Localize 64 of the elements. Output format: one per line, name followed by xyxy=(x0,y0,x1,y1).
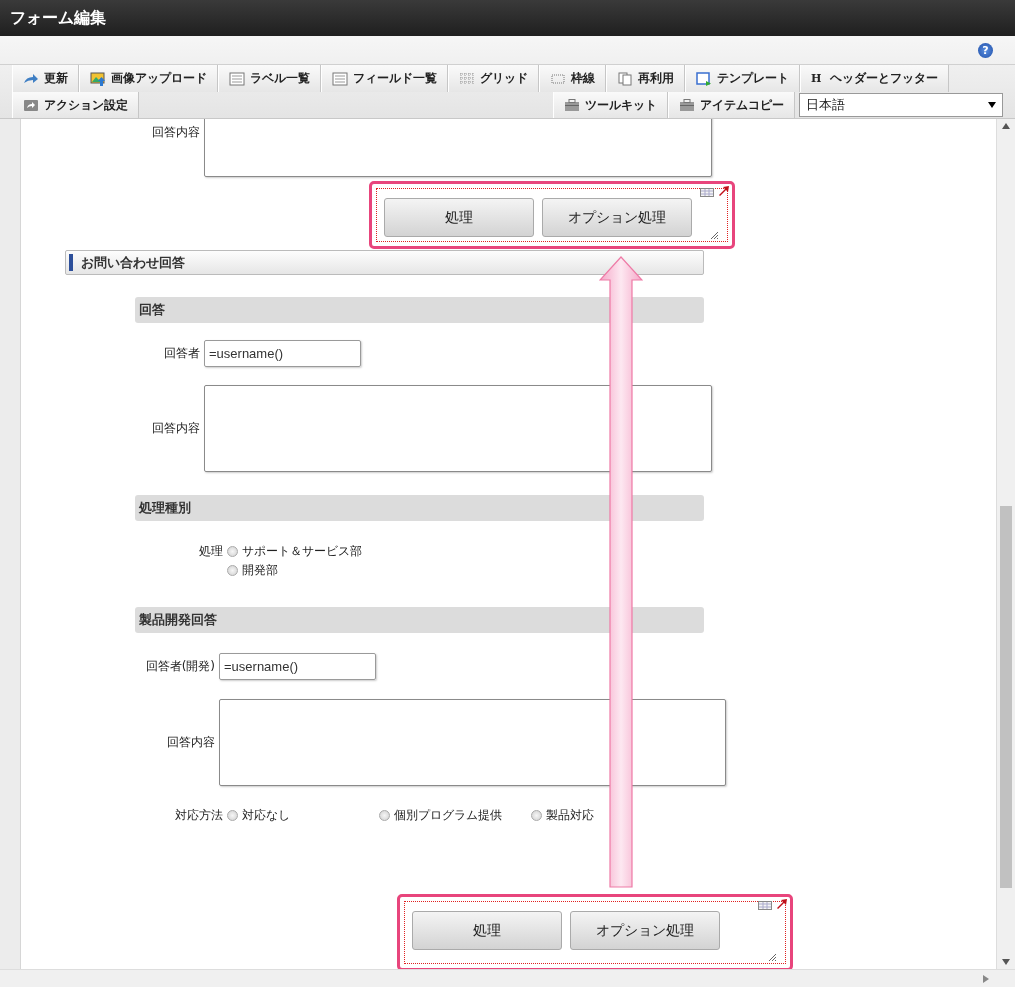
resize-grip-icon[interactable] xyxy=(710,231,718,239)
scroll-down-icon[interactable] xyxy=(1002,959,1010,965)
field-label: 回答者(開発) xyxy=(144,658,216,675)
field-label: 回答者 xyxy=(163,345,201,362)
toolbar-tab[interactable]: グリッド xyxy=(448,65,539,92)
template-icon xyxy=(696,71,712,86)
scroll-right-icon[interactable] xyxy=(983,974,989,983)
toolbox-icon xyxy=(564,98,580,112)
form-button[interactable]: オプション処理 xyxy=(542,198,692,237)
resize-grip-icon[interactable] xyxy=(768,953,776,961)
grid-icon[interactable] xyxy=(700,188,714,197)
caret-icon xyxy=(988,102,996,108)
language-select[interactable]: 日本語 xyxy=(799,93,1003,117)
grid-icon xyxy=(459,71,475,86)
field-label: 回答内容 xyxy=(151,420,201,437)
textarea-field[interactable] xyxy=(204,385,712,472)
field-label: 回答内容 xyxy=(151,123,201,141)
scroll-up-icon[interactable] xyxy=(1002,123,1010,129)
scrollbar-thumb[interactable] xyxy=(1000,506,1012,888)
subsection-header: 処理種別 xyxy=(135,495,704,521)
form-button[interactable]: オプション処理 xyxy=(570,911,720,950)
share-icon xyxy=(23,98,39,112)
dotted-frame-icon xyxy=(550,71,566,86)
documents-icon xyxy=(617,71,633,86)
toolbox-icon xyxy=(679,98,695,112)
subsection-header: 回答 xyxy=(135,297,704,323)
button-group-frame[interactable]: 処理 オプション処理 xyxy=(369,181,735,249)
list-icon xyxy=(229,71,245,86)
form-button[interactable]: 処理 xyxy=(412,911,562,950)
vertical-scrollbar[interactable] xyxy=(996,119,1015,969)
radio-option[interactable]: 開発部 xyxy=(227,562,362,579)
text-field[interactable]: =username() xyxy=(219,653,376,680)
image-upload-icon xyxy=(90,71,106,86)
toolbar-tab[interactable]: ツールキット xyxy=(553,92,668,118)
field-label: 対応方法 xyxy=(174,807,224,824)
toolbar-tab[interactable]: H ヘッダーとフッター xyxy=(800,65,950,92)
grid-icon[interactable] xyxy=(758,901,772,910)
toolbar-tab[interactable]: ラベル一覧 xyxy=(218,65,321,92)
radio-option[interactable]: 製品対応 xyxy=(531,807,683,824)
subsection-header: 製品開発回答 xyxy=(135,607,704,633)
radio-option[interactable]: サポート＆サービス部 xyxy=(227,543,362,560)
arrow-icon[interactable] xyxy=(776,898,788,910)
toolbar-tab[interactable]: 更新 xyxy=(12,65,79,92)
toolbar-tab[interactable]: テンプレート xyxy=(685,65,800,92)
text-field[interactable]: =username() xyxy=(204,340,361,367)
field-label: 処理 xyxy=(198,543,224,560)
window-title: フォーム編集 xyxy=(10,7,106,29)
toolbar-tab[interactable]: アクション設定 xyxy=(12,92,139,118)
arrow-icon xyxy=(23,71,39,86)
toolbar-tab[interactable]: 再利用 xyxy=(606,65,685,92)
radio-option[interactable]: 個別プログラム提供 xyxy=(379,807,531,824)
field-label: 回答内容 xyxy=(166,734,216,751)
section-header: お問い合わせ回答 xyxy=(65,250,704,275)
list-icon xyxy=(332,71,348,86)
toolbar-tab[interactable]: アイテムコピー xyxy=(668,92,795,118)
help-icon[interactable]: ? xyxy=(978,42,993,58)
textarea-field[interactable] xyxy=(219,699,726,786)
toolbar-tab[interactable]: 画像アップロード xyxy=(79,65,218,92)
toolbar-tab[interactable]: 枠線 xyxy=(539,65,606,92)
form-button[interactable]: 処理 xyxy=(384,198,534,237)
arrow-icon[interactable] xyxy=(718,185,730,197)
toolbar-tab[interactable]: フィールド一覧 xyxy=(321,65,448,92)
header-icon: H xyxy=(811,72,822,85)
radio-option[interactable]: 対応なし xyxy=(227,807,379,824)
